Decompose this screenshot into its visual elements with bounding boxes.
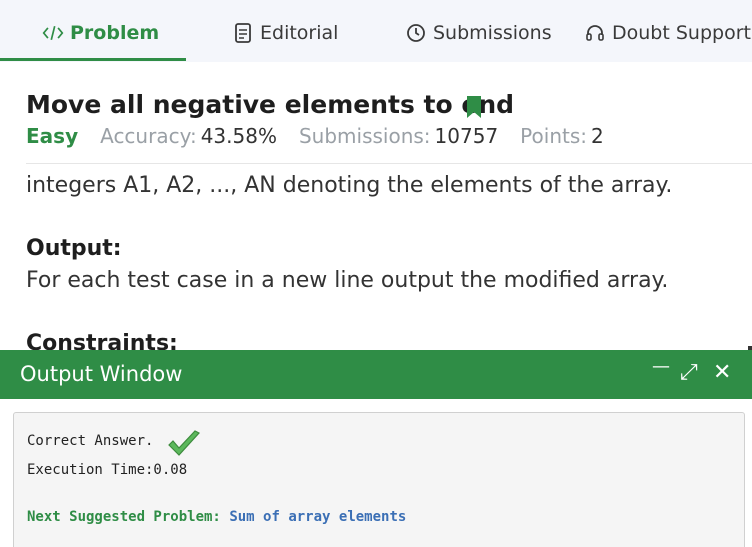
checkmark-icon — [168, 430, 200, 456]
execution-time: Execution Time:0.08 — [27, 462, 188, 478]
output-console: Correct Answer. Execution Time:0.08 Next… — [13, 412, 745, 547]
output-description: For each test case in a new line output … — [26, 268, 669, 293]
bookmark-icon[interactable] — [464, 95, 484, 119]
problem-title: Move all negative elements to end — [26, 90, 515, 119]
tab-doubt-support[interactable]: Doubt Support — [584, 18, 751, 48]
result-text: Correct Answer. — [27, 433, 154, 449]
points-label: Points: — [520, 124, 587, 148]
next-problem-link[interactable]: Sum of array elements — [229, 509, 406, 525]
document-icon — [232, 22, 254, 44]
minimize-icon[interactable]: — — [652, 354, 670, 380]
output-window-header: Output Window — ⤢ ✕ — [0, 350, 752, 399]
next-suggested-problem: Next Suggested Problem: Sum of array ele… — [27, 509, 406, 525]
submissions-label: Submissions: — [298, 124, 431, 148]
tab-editorial-label: Editorial — [260, 22, 339, 44]
close-icon[interactable]: ✕ — [713, 360, 731, 386]
tab-submissions[interactable]: Submissions — [405, 18, 552, 48]
output-heading: Output: — [26, 236, 122, 261]
constraints-heading: Constraints: — [26, 331, 178, 350]
headset-icon — [584, 22, 606, 44]
tab-bar: Problem Editorial Submissions Doubt Supp… — [0, 0, 752, 62]
submissions-value: 10757 — [434, 124, 499, 148]
tab-problem[interactable]: Problem — [42, 18, 159, 48]
code-icon — [42, 22, 64, 44]
tab-submissions-label: Submissions — [433, 22, 552, 44]
clock-icon — [405, 22, 427, 44]
expand-icon[interactable]: ⤢ — [680, 360, 698, 386]
tab-editorial[interactable]: Editorial — [232, 18, 338, 48]
accuracy-label: Accuracy: — [100, 124, 197, 148]
tab-doubt-support-label: Doubt Support — [612, 22, 751, 44]
next-problem-label: Next Suggested Problem: — [27, 509, 221, 525]
tab-problem-label: Problem — [70, 22, 160, 44]
problem-body: integers A1, A2, ..., AN denoting the el… — [0, 164, 752, 350]
accuracy-value: 43.58% — [200, 124, 277, 148]
output-window-title: Output Window — [20, 362, 183, 386]
active-tab-indicator — [0, 58, 186, 61]
points-value: 2 — [591, 124, 604, 148]
input-description-line: integers A1, A2, ..., AN denoting the el… — [26, 173, 673, 198]
problem-meta: Easy Accuracy: 43.58% Submissions: 10757… — [26, 124, 626, 148]
difficulty-badge: Easy — [26, 124, 79, 148]
